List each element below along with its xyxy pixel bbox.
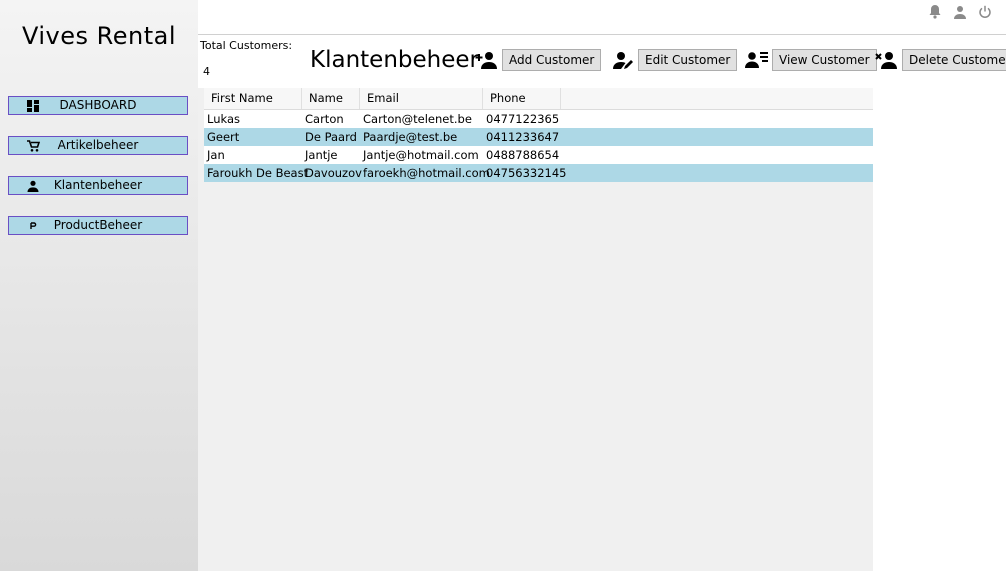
user-icon[interactable] — [953, 4, 969, 20]
power-icon[interactable] — [978, 4, 994, 20]
delete-customer-button[interactable]: Delete Customer — [902, 49, 1006, 71]
table-header: First Name Name Email Phone — [204, 88, 873, 110]
cell-phone: 0411233647 — [486, 130, 560, 144]
sidebar-item-dashboard[interactable]: DASHBOARD — [8, 96, 188, 115]
cell-phone: 0477122365 — [486, 112, 560, 126]
person-icon — [26, 179, 40, 193]
total-customers-label: Total Customers: — [200, 39, 293, 52]
table-row[interactable]: Jan Jantje Jantje@hotmail.com 0488788654 — [204, 146, 873, 164]
sidebar-item-label: Artikelbeheer — [57, 138, 139, 152]
bell-icon[interactable] — [928, 4, 944, 20]
view-person-list-icon — [745, 51, 769, 69]
column-header-first-name[interactable]: First Name — [204, 88, 302, 109]
column-header-name[interactable]: Name — [302, 88, 360, 109]
page-title: Klantenbeheer — [310, 47, 479, 73]
cell-name: Carton — [305, 112, 344, 126]
edit-customer-button[interactable]: Edit Customer — [638, 49, 738, 71]
sidebar-item-productbeheer[interactable]: ProductBeheer — [8, 216, 188, 235]
sidebar-item-artikelbeheer[interactable]: Artikelbeheer — [8, 136, 188, 155]
edit-person-icon — [612, 51, 636, 69]
table-row[interactable]: Lukas Carton Carton@telenet.be 047712236… — [204, 110, 873, 128]
top-bar — [198, 0, 1006, 35]
cell-email: Paardje@test.be — [363, 130, 458, 144]
letter-p-icon — [26, 219, 40, 233]
cell-email: Carton@telenet.be — [363, 112, 472, 126]
cell-name: Davouzov — [305, 166, 362, 180]
cart-icon — [26, 139, 40, 153]
sidebar-item-klantenbeheer[interactable]: Klantenbeheer — [8, 176, 188, 195]
table-row[interactable]: Faroukh De Beast Davouzov faroekh@hotmai… — [204, 164, 873, 182]
customers-table[interactable]: First Name Name Email Phone Lukas Carton… — [204, 88, 873, 182]
cell-phone: 04756332145 — [486, 166, 567, 180]
total-customers-count: 4 — [203, 65, 210, 78]
cell-first-name: Geert — [207, 130, 240, 144]
sidebar-item-label: ProductBeheer — [53, 218, 143, 232]
view-customer-button[interactable]: View Customer — [772, 49, 877, 71]
cell-first-name: Lukas — [207, 112, 240, 126]
table-row[interactable]: Geert De Paard Paardje@test.be 041123364… — [204, 128, 873, 146]
sidebar: Vives Rental DASHBOARD Artikelbeheer Kla… — [0, 0, 198, 571]
app-title: Vives Rental — [21, 22, 177, 50]
dashboard-icon — [26, 99, 40, 113]
cell-first-name: Jan — [207, 148, 225, 162]
cell-name: De Paard — [305, 130, 357, 144]
add-customer-button[interactable]: Add Customer — [502, 49, 602, 71]
sidebar-item-label: Klantenbeheer — [53, 178, 143, 192]
column-header-email[interactable]: Email — [360, 88, 483, 109]
column-header-phone[interactable]: Phone — [483, 88, 561, 109]
cell-email: faroekh@hotmail.com — [363, 166, 490, 180]
cell-first-name: Faroukh De Beast — [207, 166, 309, 180]
cell-email: Jantje@hotmail.com — [363, 148, 479, 162]
remove-person-icon — [875, 51, 899, 69]
sidebar-item-label: DASHBOARD — [59, 98, 137, 112]
cell-phone: 0488788654 — [486, 148, 560, 162]
add-person-icon — [475, 51, 499, 69]
cell-name: Jantje — [305, 148, 338, 162]
